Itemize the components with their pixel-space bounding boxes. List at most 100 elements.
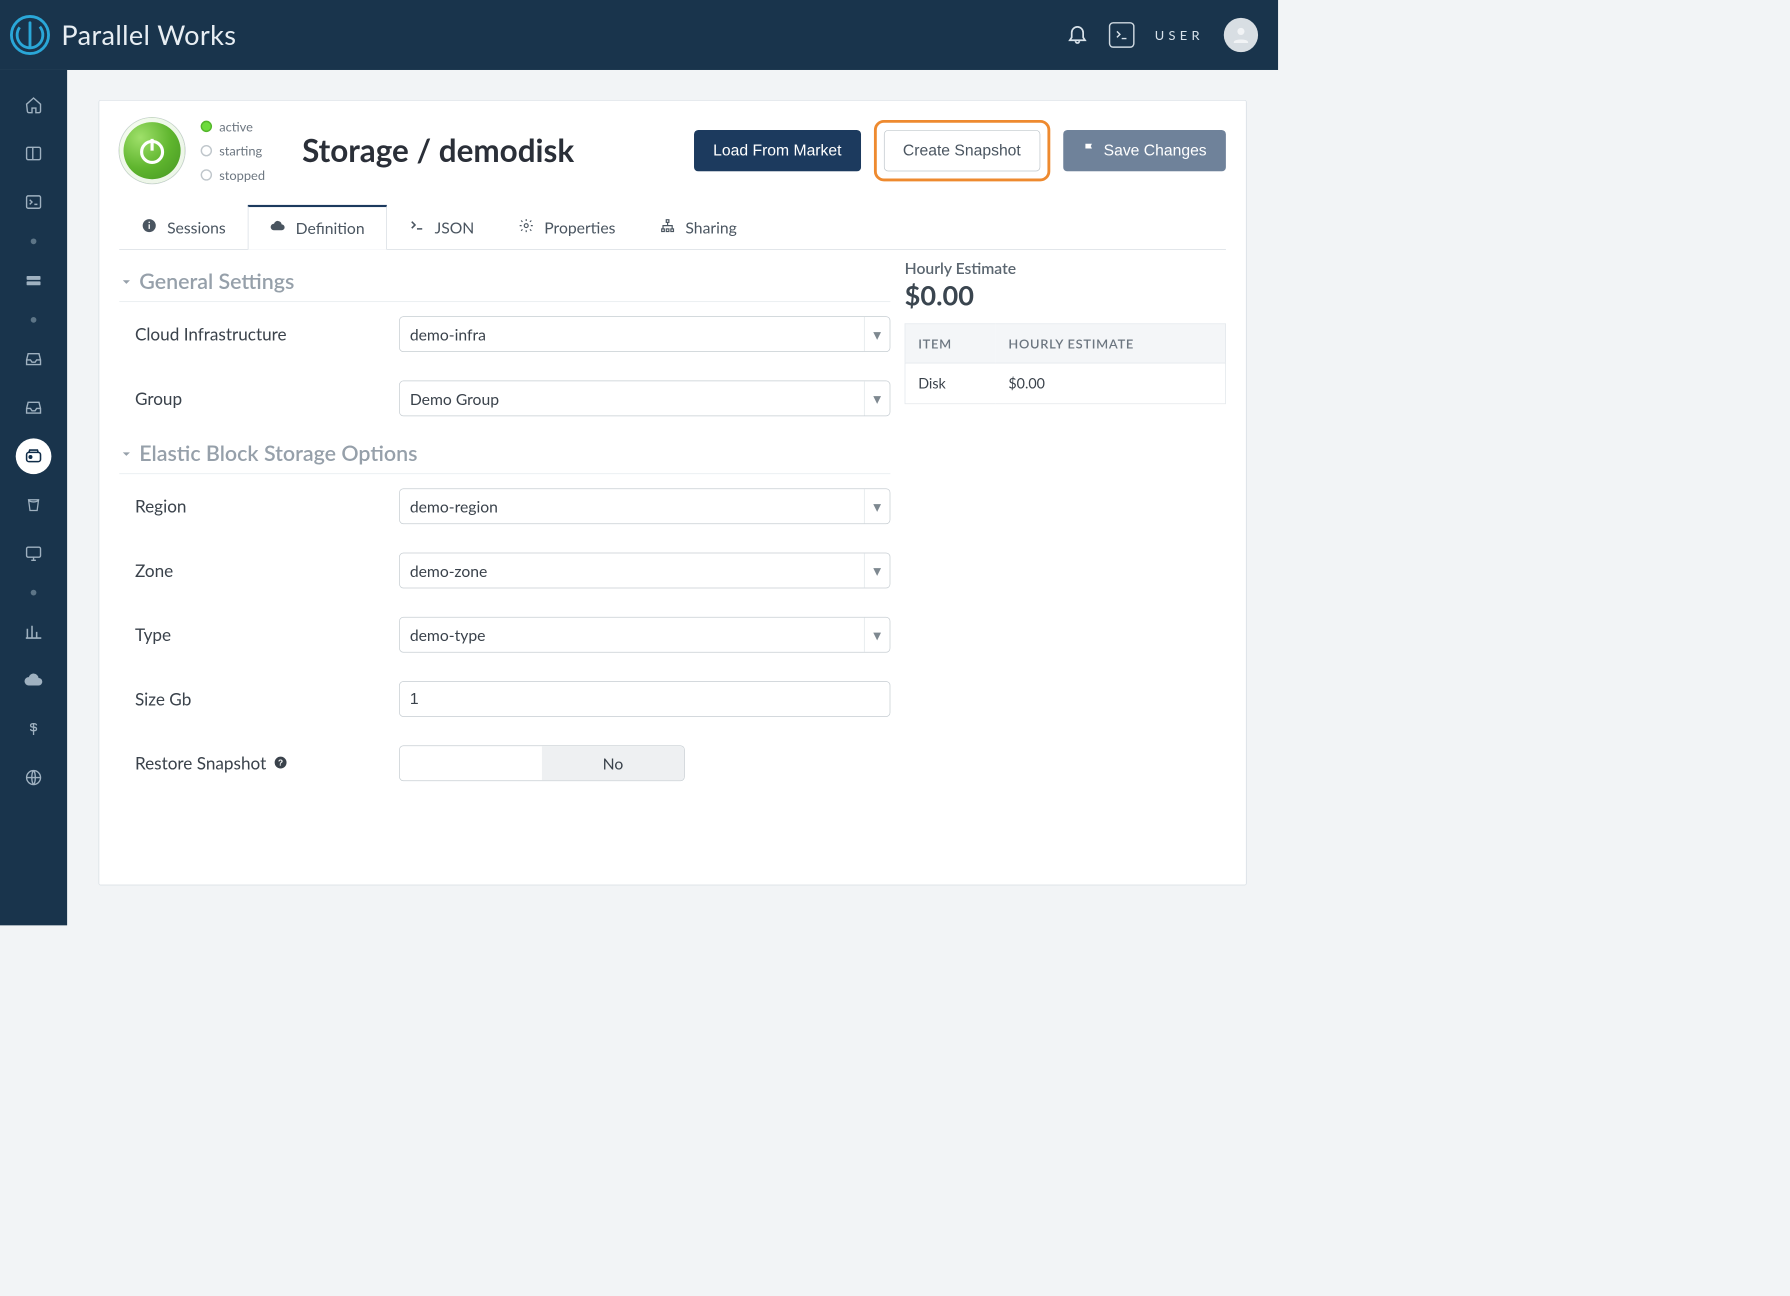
nav-terminal[interactable]	[16, 184, 52, 220]
tabs: Sessions Definition JSON Properties Shar…	[119, 205, 1226, 250]
section-title: Elastic Block Storage Options	[139, 441, 417, 467]
select-value: demo-zone	[410, 561, 488, 580]
field-label: Region	[135, 496, 399, 517]
topbar-right: USER	[1066, 18, 1258, 52]
estimate-column: Hourly Estimate $0.00 ITEM HOURLY ESTIMA…	[905, 258, 1226, 795]
field-label: Size Gb	[135, 689, 399, 710]
button-label: Load From Market	[713, 141, 841, 160]
type-select[interactable]: demo-type ▾	[399, 617, 890, 653]
tab-label: Sharing	[685, 217, 736, 236]
save-changes-button[interactable]: Save Changes	[1063, 130, 1226, 171]
terminal-icon[interactable]	[1109, 22, 1135, 48]
nav-bucket[interactable]	[16, 487, 52, 523]
brand-name: Parallel Works	[61, 19, 236, 52]
brand[interactable]: Parallel Works	[9, 14, 237, 57]
power-button[interactable]	[119, 118, 185, 184]
select-value: demo-region	[410, 497, 498, 516]
nav-chart[interactable]	[16, 614, 52, 650]
info-icon	[141, 217, 157, 236]
toggle-label: No	[603, 754, 624, 773]
field-group: Group Demo Group ▾	[119, 366, 890, 430]
nav-inbox-1[interactable]	[16, 341, 52, 377]
field-cloud-infrastructure: Cloud Infrastructure demo-infra ▾	[119, 302, 890, 366]
nav-server[interactable]	[16, 263, 52, 299]
field-size-gb: Size Gb	[119, 667, 890, 731]
network-icon	[660, 217, 676, 236]
button-label: Save Changes	[1104, 141, 1207, 160]
user-label[interactable]: USER	[1155, 27, 1204, 43]
nav-cloud[interactable]	[16, 663, 52, 699]
tab-definition[interactable]: Definition	[248, 205, 387, 250]
create-snapshot-button[interactable]: Create Snapshot	[884, 130, 1040, 171]
dot-icon	[201, 169, 212, 180]
estimate-title: Hourly Estimate	[905, 258, 1226, 277]
field-label: Restore Snapshot ?	[135, 753, 399, 774]
estimate-table: ITEM HOURLY ESTIMATE Disk $0.00	[905, 323, 1226, 404]
avatar[interactable]	[1224, 18, 1258, 52]
notifications-icon[interactable]	[1066, 22, 1089, 48]
load-from-market-button[interactable]: Load From Market	[694, 130, 861, 171]
section-title: General Settings	[139, 268, 294, 294]
status-active: active	[201, 119, 265, 135]
chevron-down-icon: ▾	[864, 553, 890, 587]
toggle-no[interactable]: No	[542, 746, 684, 780]
section-general[interactable]: General Settings	[119, 258, 890, 302]
tab-label: Definition	[296, 218, 365, 237]
status-starting: starting	[201, 143, 265, 159]
dot-icon	[201, 145, 212, 156]
size-gb-value[interactable]	[410, 690, 880, 709]
chevron-down-icon: ▾	[864, 317, 890, 351]
nav-panels[interactable]	[16, 136, 52, 172]
nav-separator	[31, 238, 37, 244]
cell-item: Disk	[905, 363, 996, 404]
dot-icon	[201, 121, 212, 132]
toggle-yes[interactable]	[400, 746, 542, 780]
prompt-icon	[409, 217, 425, 236]
size-gb-input[interactable]	[399, 681, 890, 717]
group-select[interactable]: Demo Group ▾	[399, 381, 890, 417]
panel-header: active starting stopped Storage / demodi…	[119, 118, 1226, 184]
region-select[interactable]: demo-region ▾	[399, 488, 890, 524]
nav-billing[interactable]	[16, 711, 52, 747]
chevron-down-icon: ▾	[864, 381, 890, 415]
status-legend: active starting stopped	[201, 119, 265, 183]
gear-icon	[519, 217, 535, 236]
field-label: Type	[135, 624, 399, 645]
select-value: demo-type	[410, 625, 486, 644]
chevron-down-icon	[119, 268, 133, 294]
status-stopped: stopped	[201, 167, 265, 183]
tab-properties[interactable]: Properties	[496, 205, 637, 249]
tab-label: Sessions	[167, 217, 226, 236]
tab-sessions[interactable]: Sessions	[119, 205, 248, 249]
cloud-infrastructure-select[interactable]: demo-infra ▾	[399, 316, 890, 352]
tab-label: Properties	[544, 217, 615, 236]
nav-separator	[31, 590, 37, 596]
chevron-down-icon: ▾	[864, 618, 890, 652]
field-zone: Zone demo-zone ▾	[119, 538, 890, 602]
cell-hourly: $0.00	[996, 363, 1226, 404]
svg-text:?: ?	[278, 757, 283, 767]
help-icon[interactable]: ?	[273, 753, 287, 774]
estimate-amount: $0.00	[905, 279, 1226, 312]
restore-snapshot-toggle[interactable]: No	[399, 745, 685, 781]
zone-select[interactable]: demo-zone ▾	[399, 553, 890, 589]
section-ebs[interactable]: Elastic Block Storage Options	[119, 431, 890, 475]
button-label: Create Snapshot	[903, 141, 1021, 160]
nav-storage[interactable]	[16, 438, 52, 474]
status-label: stopped	[219, 167, 265, 183]
nav-globe[interactable]	[16, 760, 52, 796]
nav-monitor[interactable]	[16, 536, 52, 572]
tab-sharing[interactable]: Sharing	[638, 205, 759, 249]
nav-home[interactable]	[16, 87, 52, 123]
content: active starting stopped Storage / demodi…	[67, 70, 1278, 925]
page-title: Storage / demodisk	[302, 132, 574, 169]
form-column: General Settings Cloud Infrastructure de…	[119, 258, 890, 795]
tab-label: JSON	[435, 217, 475, 236]
topbar: Parallel Works USER	[0, 0, 1278, 70]
field-label: Zone	[135, 560, 399, 581]
field-region: Region demo-region ▾	[119, 474, 890, 538]
tab-json[interactable]: JSON	[387, 205, 497, 249]
col-item: ITEM	[905, 324, 996, 363]
select-value: demo-infra	[410, 325, 486, 344]
nav-inbox-2[interactable]	[16, 390, 52, 426]
